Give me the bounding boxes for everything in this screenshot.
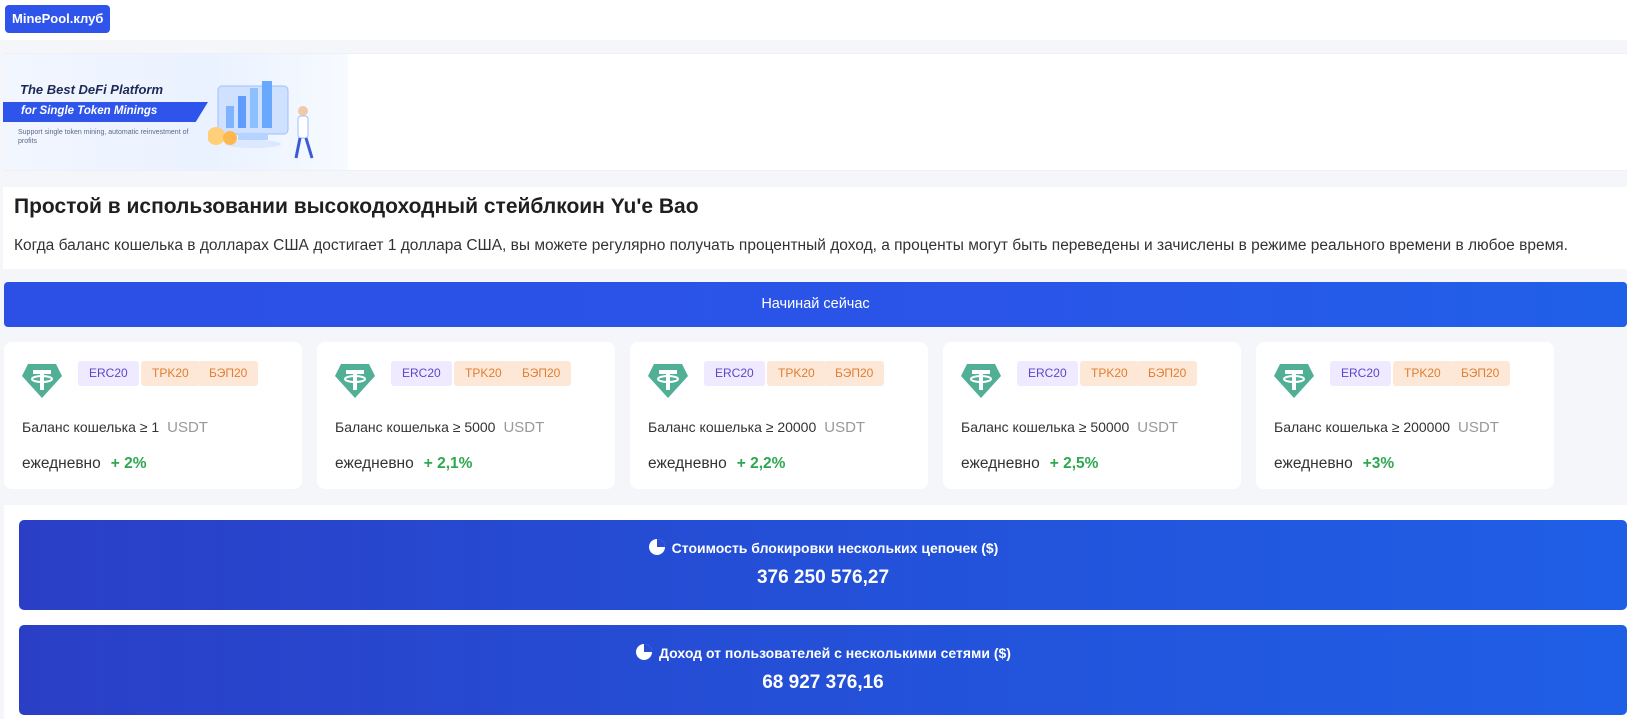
pie-chart-icon — [648, 539, 665, 555]
daily-rate: ежедневно + 2,5% — [961, 455, 1098, 473]
banner-ribbon-text: for Single Token Minings — [21, 105, 158, 117]
balance-unit: USDT — [1137, 419, 1179, 436]
daily-label: ежедневно — [335, 455, 414, 472]
tag-trk20: TPK20 — [1393, 361, 1452, 386]
tag-trk20: TPK20 — [141, 361, 200, 386]
tether-icon — [961, 364, 1001, 398]
wallet-balance-label: Баланс кошелька ≥ 50000 USDT — [961, 419, 1178, 436]
tag-trk20: TPK20 — [767, 361, 826, 386]
daily-rate: ежедневно + 2,1% — [335, 455, 472, 473]
daily-percent: + 2% — [110, 455, 147, 472]
balance-threshold: Баланс кошелька ≥ 200000 — [1274, 419, 1451, 435]
stat-label-text: Стоимость блокировки нескольких цепочек … — [671, 540, 999, 556]
daily-rate: ежедневно + 2,2% — [648, 455, 785, 473]
tag-trk20: TPK20 — [454, 361, 513, 386]
daily-percent: + 2,5% — [1049, 455, 1099, 472]
stat-label: Доход от пользователей с несколькими сет… — [19, 643, 1627, 661]
daily-percent: +3% — [1362, 455, 1395, 472]
monitor-illustration-icon — [208, 81, 314, 159]
wallet-balance-label: Баланс кошелька ≥ 200000 USDT — [1274, 419, 1499, 436]
tag-bep20: БЭП20 — [198, 361, 259, 386]
banner-artwork: The Best DeFi Platform for Single Token … — [3, 54, 348, 170]
balance-threshold: Баланс кошелька ≥ 50000 — [961, 419, 1130, 435]
tag-bep20: БЭП20 — [1137, 361, 1198, 386]
daily-percent: + 2,2% — [736, 455, 786, 472]
plan-card[interactable]: ERC20 TPK20 БЭП20 Баланс кошелька ≥ 2000… — [630, 342, 928, 489]
tether-icon — [335, 364, 375, 398]
tag-erc20: ERC20 — [78, 361, 139, 386]
tether-icon — [1274, 364, 1314, 398]
stats-section: Стоимость блокировки нескольких цепочек … — [4, 505, 1627, 719]
tag-erc20: ERC20 — [391, 361, 452, 386]
tag-bep20: БЭП20 — [824, 361, 885, 386]
daily-label: ежедневно — [22, 455, 101, 472]
plan-card[interactable]: ERC20 TPK20 БЭП20 Баланс кошелька ≥ 5000… — [317, 342, 615, 489]
tag-bep20: БЭП20 — [1450, 361, 1511, 386]
wallet-balance-label: Баланс кошелька ≥ 20000 USDT — [648, 419, 865, 436]
stat-value: 68 927 376,16 — [762, 672, 884, 693]
daily-rate: ежедневно +3% — [1274, 455, 1394, 473]
stat-value: 376 250 576,27 — [756, 567, 890, 588]
balance-unit: USDT — [503, 419, 545, 436]
daily-percent: + 2,1% — [423, 455, 473, 472]
promo-banner[interactable]: The Best DeFi Platform for Single Token … — [3, 53, 1627, 171]
plan-card[interactable]: ERC20 TPK20 БЭП20 Баланс кошелька ≥ 2000… — [1256, 342, 1554, 489]
tag-erc20: ERC20 — [704, 361, 765, 386]
daily-rate: ежедневно + 2% — [22, 455, 147, 473]
tag-erc20: ERC20 — [1017, 361, 1078, 386]
locked-value-stat: Стоимость блокировки нескольких цепочек … — [19, 520, 1627, 610]
top-bar: MinePool.клуб — [0, 0, 1627, 40]
intro-description: Когда баланс кошелька в долларах США дос… — [14, 237, 1568, 254]
stat-label: Стоимость блокировки нескольких цепочек … — [19, 538, 1627, 556]
daily-label: ежедневно — [961, 455, 1040, 472]
stat-label-text: Доход от пользователей с несколькими сет… — [659, 645, 1011, 661]
plan-card[interactable]: ERC20 TPK20 БЭП20 Баланс кошелька ≥ 1 USD… — [4, 342, 302, 489]
start-now-button[interactable]: Начинай сейчас — [4, 282, 1627, 327]
banner-note: Support single token mining, automatic r… — [18, 129, 189, 145]
pie-chart-icon — [636, 644, 653, 660]
balance-unit: USDT — [1458, 419, 1499, 436]
banner-title: The Best DeFi Platform — [20, 82, 164, 97]
daily-label: ежедневно — [1274, 455, 1353, 472]
user-income-stat: Доход от пользователей с несколькими сет… — [19, 625, 1627, 715]
intro-title: Простой в использовании высокодоходный с… — [14, 195, 699, 218]
plan-card[interactable]: ERC20 TPK20 БЭП20 Баланс кошелька ≥ 5000… — [943, 342, 1241, 489]
balance-threshold: Баланс кошелька ≥ 1 — [22, 419, 160, 435]
balance-unit: USDT — [167, 419, 208, 436]
tag-bep20: БЭП20 — [511, 361, 572, 386]
tether-icon — [22, 364, 62, 398]
site-logo-button[interactable]: MinePool.клуб — [5, 5, 111, 33]
balance-unit: USDT — [824, 419, 866, 436]
wallet-balance-label: Баланс кошелька ≥ 1 USDT — [22, 419, 208, 436]
wallet-balance-label: Баланс кошелька ≥ 5000 USDT — [335, 419, 544, 436]
intro-section: Простой в использовании высокодоходный с… — [3, 187, 1627, 269]
tether-icon — [648, 364, 688, 398]
balance-threshold: Баланс кошелька ≥ 20000 — [648, 419, 817, 435]
daily-label: ежедневно — [648, 455, 727, 472]
tag-trk20: TPK20 — [1080, 361, 1139, 386]
tag-erc20: ERC20 — [1330, 361, 1391, 386]
balance-threshold: Баланс кошелька ≥ 5000 — [335, 419, 496, 435]
banner-ribbon: for Single Token Minings — [3, 102, 208, 122]
